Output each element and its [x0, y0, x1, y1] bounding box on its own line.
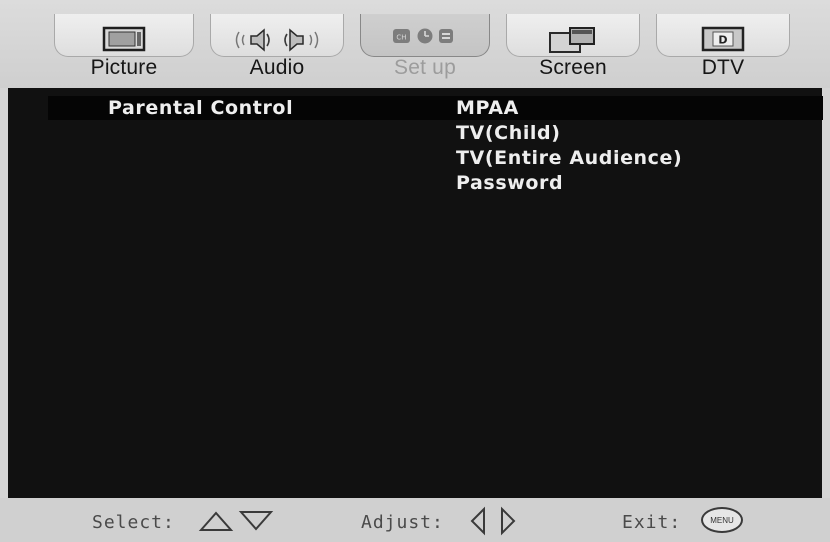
option-tv-entire-audience[interactable]: TV(Entire Audience)	[456, 147, 682, 169]
tab-dtv-label: DTV	[701, 56, 745, 79]
tab-picture-label: Picture	[90, 56, 158, 79]
tab-picture[interactable]: Picture	[46, 0, 202, 88]
dtv-icon: D	[701, 26, 745, 52]
option-password[interactable]: Password	[456, 172, 563, 194]
tab-screen[interactable]: Screen	[498, 0, 648, 88]
up-arrow-icon	[198, 511, 234, 531]
adjust-label: Adjust:	[361, 512, 444, 533]
screen-windows-icon	[549, 27, 595, 53]
svg-text:CH: CH	[396, 34, 406, 42]
select-label: Select:	[92, 512, 175, 533]
tab-screen-label: Screen	[539, 56, 607, 79]
help-bar: Select: Adjust: Exit: MENU	[0, 498, 830, 542]
setup-icons: CH	[393, 28, 453, 44]
section-title: Parental Control	[108, 97, 294, 119]
down-arrow-icon	[238, 511, 274, 531]
exit-label: Exit:	[622, 512, 682, 533]
tv-osd-screen: Picture Audio CH Set up Screen D DTV Par…	[0, 0, 830, 542]
tab-audio[interactable]: Audio	[202, 0, 352, 88]
left-arrow-icon	[470, 506, 485, 536]
speaker-icon	[235, 28, 319, 52]
menu-tab-bar: Picture Audio CH Set up Screen D DTV	[0, 0, 830, 88]
dtv-icon-letter: D	[718, 34, 727, 47]
menu-panel: Parental Control MPAA TV(Child) TV(Entir…	[8, 88, 823, 498]
option-tv-child[interactable]: TV(Child)	[456, 122, 561, 144]
right-arrow-icon	[501, 506, 516, 536]
menu-key-icon[interactable]: MENU	[701, 507, 743, 533]
monitor-icon	[102, 26, 146, 52]
tab-dtv[interactable]: D DTV	[648, 0, 798, 88]
tab-audio-label: Audio	[249, 56, 305, 79]
tab-setup-label: Set up	[394, 56, 456, 79]
option-mpaa[interactable]: MPAA	[456, 97, 519, 119]
tab-setup[interactable]: CH Set up	[352, 0, 498, 88]
